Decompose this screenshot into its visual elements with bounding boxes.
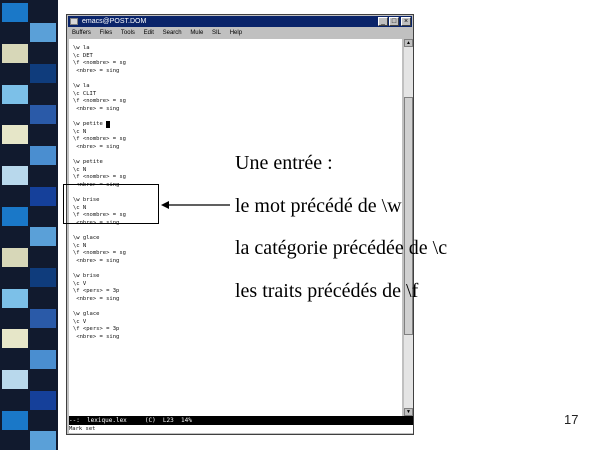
buffer-line: \w la (73, 45, 90, 51)
menu-edit[interactable]: Edit (144, 30, 154, 36)
text-cursor (106, 121, 110, 128)
buffer-line: \f <nombre> = sg (73, 136, 126, 143)
buffer-line: <nbre> = sing (73, 105, 120, 112)
stripe-square (30, 186, 56, 206)
pointer-arrow-icon (161, 201, 230, 209)
mode-line: --: lexique.lex (C) L23 14% (69, 416, 413, 425)
stripe-square (2, 166, 28, 186)
buffer-line: \f <pers> = 3p (73, 326, 120, 333)
scroll-down-arrow-icon[interactable]: ▼ (404, 408, 413, 416)
buffer-line: \w brise (73, 273, 100, 279)
stripe-square (30, 227, 56, 247)
stripe-square (30, 105, 56, 124)
emacs-window: emacs@POST.DOM _ □ × Buffers Files Tools… (66, 14, 414, 435)
buffer-line: \c N (73, 166, 87, 173)
maximize-button[interactable]: □ (389, 17, 399, 26)
menu-search[interactable]: Search (163, 30, 182, 36)
emacs-app-icon (70, 18, 78, 25)
menu-tools[interactable]: Tools (121, 30, 135, 36)
menu-sil[interactable]: SIL (212, 30, 221, 36)
buffer-line: \c CLIT (73, 90, 97, 97)
buffer-line: \c N (73, 242, 87, 249)
buffer-line: \f <pers> = 3p (73, 288, 120, 295)
buffer-line: \f <nombre> = sg (73, 98, 126, 105)
stripe-square (30, 390, 56, 410)
buffer-line: \f <nombre> = sg (73, 60, 126, 67)
vertical-scrollbar[interactable]: ▲ ▼ (404, 39, 413, 416)
menu-mule[interactable]: Mule (190, 30, 203, 36)
buffer-line: <nbre> = sing (73, 333, 120, 340)
stripe-square (2, 3, 28, 22)
window-title: emacs@POST.DOM (82, 18, 147, 25)
stripe-square (30, 268, 56, 288)
scroll-up-arrow-icon[interactable]: ▲ (404, 39, 413, 47)
entry-highlight-box (63, 184, 159, 224)
close-button[interactable]: × (401, 17, 411, 26)
buffer-line: \c V (73, 318, 87, 325)
minimize-button[interactable]: _ (378, 17, 388, 26)
decorative-stripe (0, 0, 58, 450)
stripe-square (2, 370, 28, 390)
stripe-square (2, 411, 28, 430)
annotation-features-marker: les traits précédés de \f (235, 280, 419, 302)
stripe-square (2, 125, 28, 145)
annotation-word-marker: le mot précédé de \w (235, 195, 402, 217)
menu-bar: Buffers Files Tools Edit Search Mule SIL… (68, 28, 412, 38)
stripe-square (2, 329, 28, 349)
stripe-square (2, 247, 28, 267)
stripe-square (2, 43, 28, 63)
buffer-line: \c V (73, 280, 87, 287)
text-buffer[interactable]: \w la \c DET \f <nombre> = sg <nbre> = sin… (69, 39, 402, 416)
stripe-square (30, 309, 56, 328)
menu-buffers[interactable]: Buffers (72, 30, 91, 36)
buffer-line: \w la (73, 83, 90, 89)
stripe-square (30, 145, 56, 165)
buffer-line: \w glace (73, 311, 100, 317)
stripe-square (2, 207, 28, 226)
annotation-category-marker: la catégorie précédée de \c (235, 237, 448, 259)
buffer-line: \c DET (73, 52, 93, 59)
stripe-square (30, 64, 56, 84)
buffer-line: \w glace (73, 235, 100, 241)
buffer-line: \f <nombre> = sg (73, 174, 126, 181)
buffer-line: \f <nombre> = sg (73, 250, 126, 257)
buffer-line: \w petite (73, 121, 103, 127)
menu-files[interactable]: Files (100, 30, 113, 36)
page-number: 17 (564, 412, 579, 427)
buffer-line: <nbre> = sing (73, 257, 120, 264)
stripe-square (30, 23, 56, 43)
stripe-square (30, 349, 56, 369)
annotation-heading: Une entrée : (235, 152, 333, 174)
minibuffer[interactable]: Mark set (69, 425, 413, 433)
buffer-line: <nbre> = sing (73, 67, 120, 74)
buffer-line: \c N (73, 128, 87, 135)
stripe-square (30, 431, 56, 450)
stripe-square (2, 288, 28, 308)
buffer-line: <nbre> = sing (73, 295, 120, 302)
stripe-square (2, 84, 28, 104)
title-bar: emacs@POST.DOM _ □ × (68, 16, 412, 27)
buffer-line: <nbre> = sing (73, 143, 120, 150)
menu-help[interactable]: Help (230, 30, 242, 36)
buffer-line: \w petite (73, 159, 103, 165)
